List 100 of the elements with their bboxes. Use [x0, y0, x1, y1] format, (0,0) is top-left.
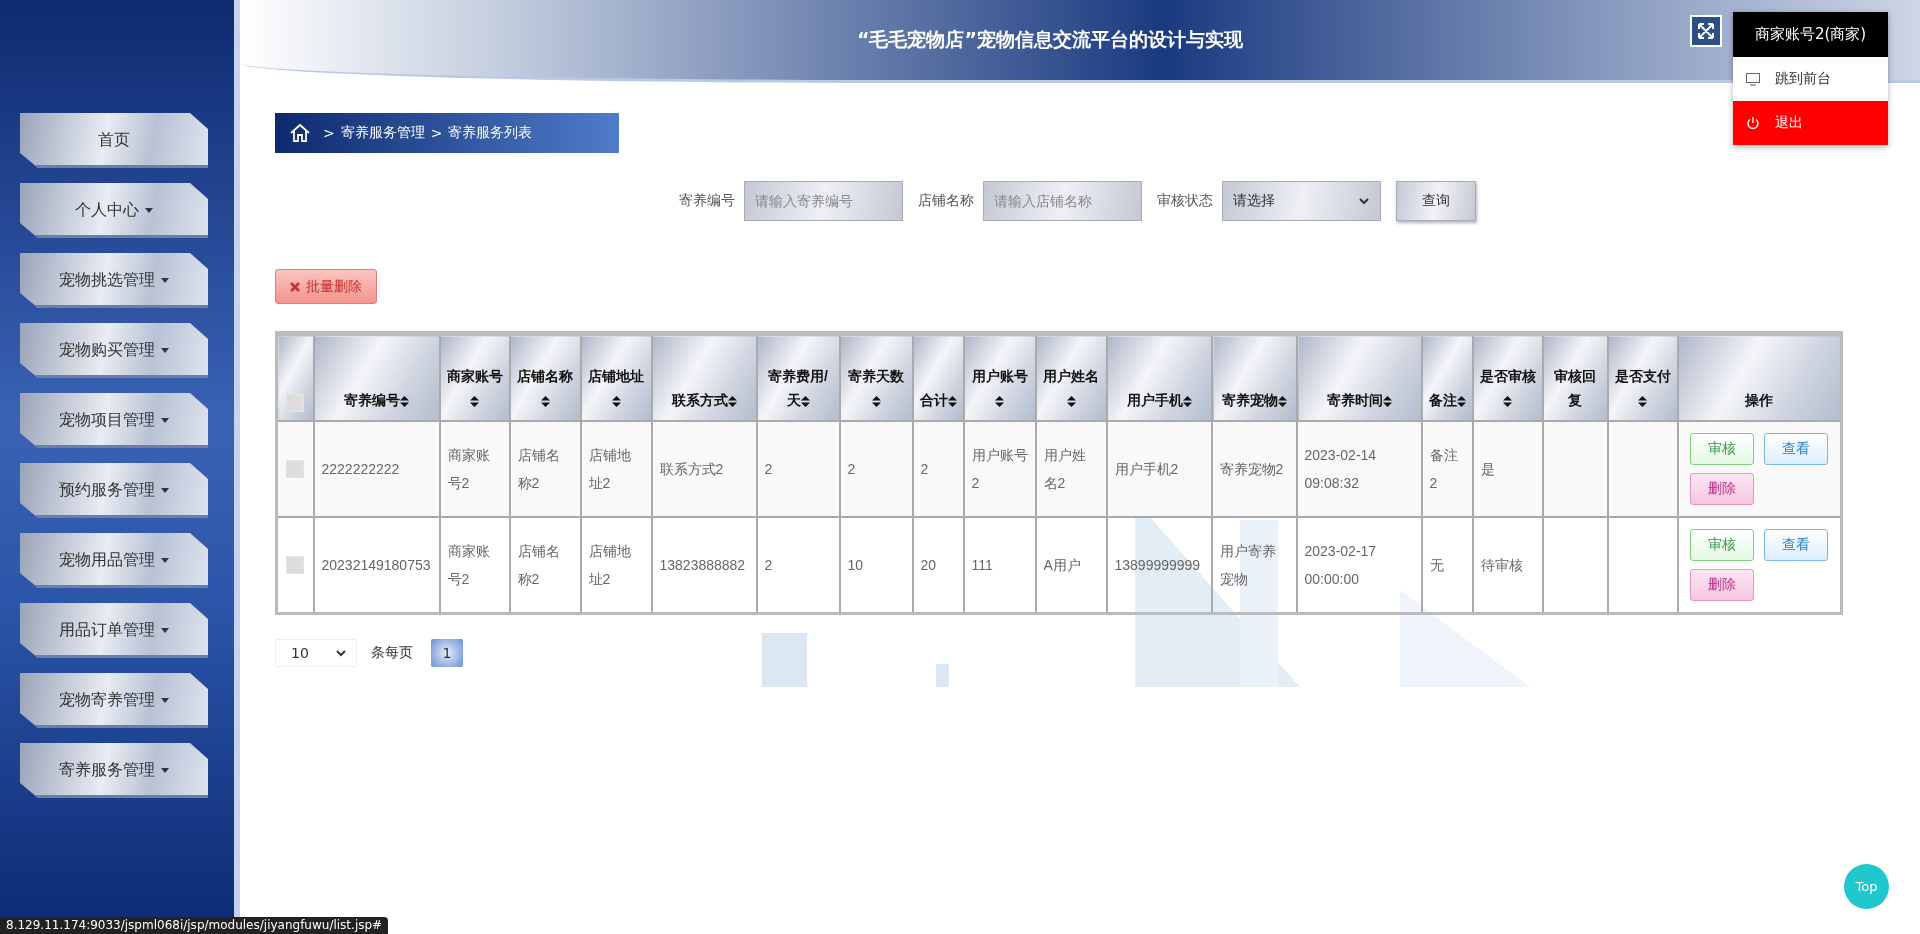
column-header[interactable]: 操作	[1677, 333, 1842, 421]
column-header[interactable]: 寄养费用/天	[756, 333, 840, 421]
table-cell: 2	[839, 421, 913, 517]
column-header[interactable]: 店铺地址	[580, 333, 652, 421]
sidebar-item[interactable]: 首页	[20, 113, 208, 168]
sidebar-item[interactable]: 预约服务管理	[20, 463, 208, 518]
sort-icon	[727, 395, 737, 407]
home-icon[interactable]	[289, 122, 311, 144]
column-header[interactable]: 商家账号	[439, 333, 510, 421]
caret-icon	[161, 278, 169, 283]
column-header[interactable]: 是否支付	[1607, 333, 1678, 421]
sort-icon	[1456, 395, 1466, 407]
column-header[interactable]: 寄养天数	[839, 333, 913, 421]
search-button[interactable]: 查询	[1396, 181, 1476, 221]
column-header[interactable]: 是否审核	[1472, 333, 1543, 421]
column-header[interactable]: 用户账号	[963, 333, 1036, 421]
sidebar-item[interactable]: 用品订单管理	[20, 603, 208, 658]
caret-icon	[161, 558, 169, 563]
sidebar-item[interactable]: 宠物用品管理	[20, 533, 208, 588]
caret-icon	[161, 488, 169, 493]
column-header[interactable]: 联系方式	[651, 333, 757, 421]
table-cell: 2023-02-14 09:08:32	[1296, 421, 1422, 517]
field-label: 寄养编号	[679, 192, 735, 210]
table-cell: 商家账号2	[439, 421, 510, 517]
audit-button[interactable]: 审核	[1689, 433, 1754, 465]
table-cell: 店铺名称2	[509, 421, 581, 517]
column-header[interactable]: 审核回复	[1542, 333, 1608, 421]
delete-button[interactable]: 删除	[1689, 473, 1754, 505]
sort-icon	[1277, 395, 1287, 407]
view-button[interactable]: 查看	[1763, 529, 1828, 561]
table-cell: 用户手机2	[1106, 421, 1212, 517]
table-cell: 2	[912, 421, 964, 517]
sidebar-item[interactable]: 宠物购买管理	[20, 323, 208, 378]
menu-item[interactable]: 跳到前台	[1733, 57, 1888, 101]
close-icon	[290, 281, 300, 292]
caret-icon	[161, 698, 169, 703]
sort-icon	[611, 395, 621, 407]
sort-icon	[1182, 395, 1192, 407]
row-checkbox[interactable]	[286, 556, 305, 574]
caret-icon	[161, 628, 169, 633]
page-size-label: 条每页	[371, 644, 413, 662]
sort-icon	[1066, 395, 1076, 407]
caret-icon	[145, 208, 153, 213]
table-cell: 联系方式2	[651, 421, 757, 517]
column-header[interactable]: 备注	[1421, 333, 1473, 421]
column-header[interactable]: 合计	[912, 333, 964, 421]
sort-icon	[1382, 395, 1392, 407]
column-header[interactable]: 寄养编号	[313, 333, 440, 421]
page-size-dropdown[interactable]: 10	[275, 639, 357, 667]
audit-button[interactable]: 审核	[1689, 529, 1754, 561]
table-cell: 店铺地址2	[580, 421, 652, 517]
column-header[interactable]: 寄养宠物	[1211, 333, 1297, 421]
power-icon	[1745, 115, 1761, 131]
column-header[interactable]: 店铺名称	[509, 333, 581, 421]
column-header[interactable]: 寄养时间	[1296, 333, 1422, 421]
caret-icon	[161, 348, 169, 353]
menu-item[interactable]: 退出	[1733, 101, 1888, 145]
sidebar-item[interactable]: 宠物寄养管理	[20, 673, 208, 728]
breadcrumb-text: >	[430, 125, 443, 141]
row-checkbox[interactable]	[286, 460, 305, 478]
field-label: 店铺名称	[918, 192, 974, 210]
page-title: “毛毛宠物店”宠物信息交流平台的设计与实现	[857, 27, 1243, 52]
breadcrumb-text: 寄养服务管理	[340, 124, 425, 142]
table-cell: 2	[756, 421, 840, 517]
page-button[interactable]: 1	[431, 639, 463, 667]
status-bar: 8.129.11.174:9033/jspml068i/jsp/modules/jiyangfuwu/list.jsp#	[0, 917, 389, 934]
table-cell: 是	[1472, 421, 1543, 517]
caret-icon	[161, 768, 169, 773]
table-cell: 备注2	[1421, 421, 1473, 517]
column-header[interactable]: 用户姓名	[1035, 333, 1107, 421]
sidebar-item[interactable]: 个人中心	[20, 183, 208, 238]
delete-button[interactable]: 删除	[1689, 569, 1754, 601]
sidebar-item[interactable]: 宠物挑选管理	[20, 253, 208, 308]
sort-icon	[871, 395, 881, 407]
table-cell: 用户姓名2	[1035, 421, 1107, 517]
view-button[interactable]: 查看	[1763, 433, 1828, 465]
column-header[interactable]: 用户手机	[1106, 333, 1212, 421]
sort-icon	[800, 395, 810, 407]
status-dropdown[interactable]: 请选择	[1222, 181, 1381, 221]
search-field[interactable]: 请输入店铺名称	[983, 181, 1142, 221]
sort-icon	[1638, 395, 1647, 407]
sidebar-item[interactable]: 宠物项目管理	[20, 393, 208, 448]
select-all-checkbox[interactable]	[286, 394, 305, 412]
chevron-icon	[1358, 195, 1370, 207]
breadcrumb-text: >	[323, 125, 335, 141]
table-cell: 用户账号2	[963, 421, 1036, 517]
sort-icon	[470, 395, 479, 407]
field-label: 审核状态	[1157, 192, 1213, 210]
breadcrumb-text: 寄养服务列表	[448, 124, 533, 142]
chevron-icon	[336, 648, 346, 658]
search-field[interactable]: 请输入寄养编号	[744, 181, 903, 221]
sort-icon	[540, 395, 550, 407]
sort-icon	[1503, 395, 1512, 407]
fullscreen-icon[interactable]	[1690, 15, 1722, 47]
monitor-icon	[1745, 71, 1761, 87]
caret-icon	[161, 418, 169, 423]
account-name: 商家账号2(商家)	[1733, 12, 1888, 57]
sidebar-item[interactable]: 寄养服务管理	[20, 743, 208, 798]
sort-icon	[995, 395, 1004, 407]
sort-icon	[947, 395, 957, 407]
